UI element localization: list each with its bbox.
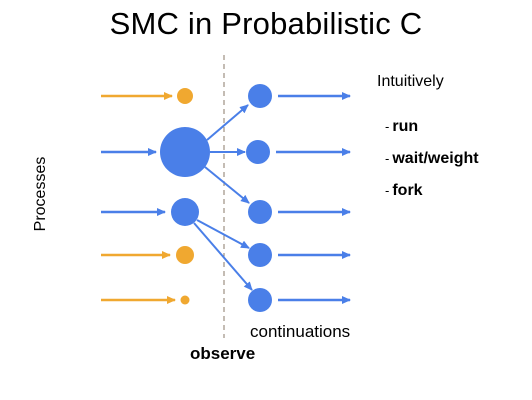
bullet-dash: - <box>385 119 390 134</box>
continuation-particle-5 <box>248 288 272 312</box>
fork-arrow-3 <box>204 166 250 204</box>
process-particle-2 <box>160 127 210 177</box>
process-particle-3 <box>171 198 199 226</box>
continuation-particle-2 <box>246 140 270 164</box>
process-particle-5 <box>180 295 190 305</box>
process-particle-1 <box>177 88 193 104</box>
intuitively-label: Intuitively <box>377 73 444 90</box>
bullet-dash: - <box>385 151 390 166</box>
continuations-label: continuations <box>250 322 351 341</box>
processes-label: Processes <box>32 156 49 232</box>
operations-list: - run - wait/weight - fork <box>385 118 479 214</box>
operation-label: run <box>392 118 419 135</box>
operation-label: wait/weight <box>392 150 479 167</box>
observe-label: observe <box>190 344 256 363</box>
continuation-particle-1 <box>248 84 272 108</box>
continuation-particle-4 <box>248 243 272 267</box>
operation-label: fork <box>392 182 423 199</box>
operation-item-wait-weight: - wait/weight <box>385 150 479 182</box>
bullet-dash: - <box>385 183 390 198</box>
slide: SMC in Probabilistic C Processes observe… <box>0 0 532 400</box>
operation-item-run: - run <box>385 118 479 150</box>
fork-arrow-1 <box>206 104 249 141</box>
process-particle-4 <box>176 246 194 264</box>
operation-item-fork: - fork <box>385 182 479 214</box>
continuation-particle-3 <box>248 200 272 224</box>
